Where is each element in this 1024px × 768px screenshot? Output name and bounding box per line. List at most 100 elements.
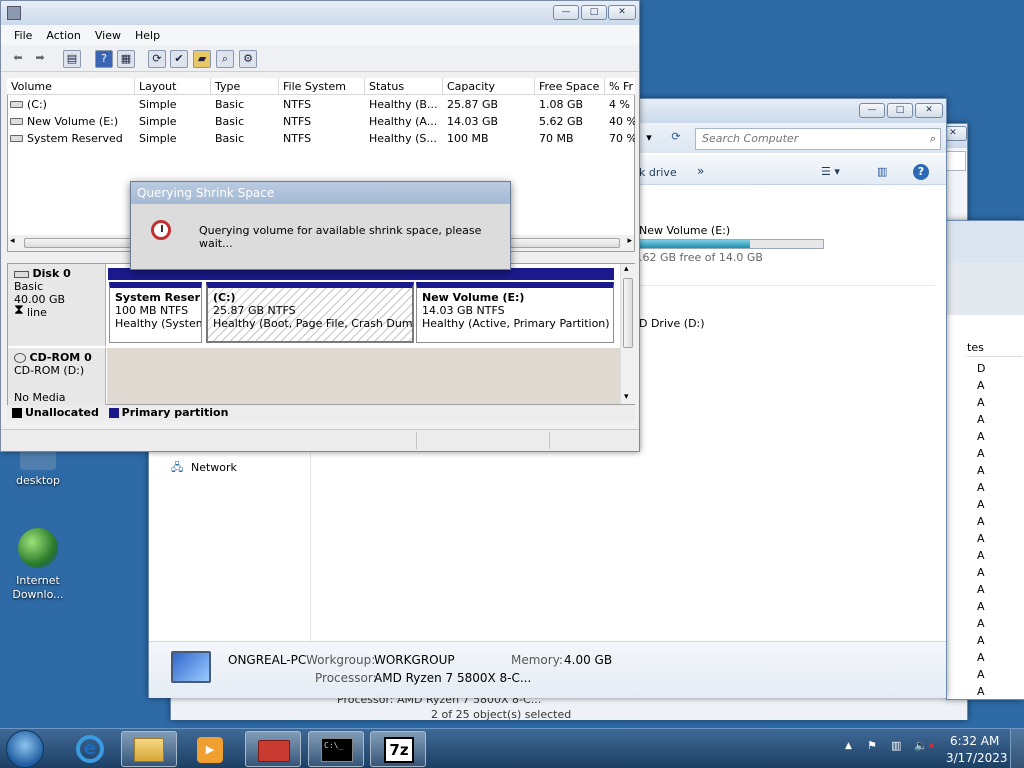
table-row[interactable]: System Reserved Simple Basic NTFS Healthy (S… xyxy=(7,130,635,147)
refresh-icon[interactable]: ⟳ xyxy=(665,130,687,150)
drive-e-label[interactable]: New Volume (E:) xyxy=(639,224,730,237)
col-file-system[interactable]: File System xyxy=(279,78,365,95)
list-item[interactable]: A xyxy=(977,566,985,579)
close-icon[interactable]: ✕ xyxy=(608,5,636,20)
taskbar-explorer-icon[interactable] xyxy=(121,731,177,767)
list-item[interactable]: A xyxy=(977,515,985,528)
scroll-right-icon[interactable]: ▸ xyxy=(627,236,632,246)
title-bar[interactable] xyxy=(1,1,639,25)
toolbar-map-drive[interactable]: k drive xyxy=(639,166,677,179)
menu-action[interactable]: Action xyxy=(39,29,87,42)
cell-capacity: 14.03 GB xyxy=(447,115,499,128)
col-type[interactable]: Type xyxy=(211,78,279,95)
list-item[interactable]: A xyxy=(977,396,985,409)
table-row[interactable]: (C:) Simple Basic NTFS Healthy (B... 25.87 GB… xyxy=(7,96,635,113)
back-icon[interactable]: ⬅ xyxy=(9,50,27,68)
flag-icon[interactable]: ⚑ xyxy=(867,739,877,752)
right-list-window[interactable]: tes DAAAAAAAAAAAAAAAAAAA xyxy=(946,220,1024,700)
list-item[interactable]: A xyxy=(977,532,985,545)
search-icon[interactable]: ⌕ xyxy=(216,50,234,68)
taskbar-toolbox-icon[interactable] xyxy=(245,731,301,767)
col-free-space[interactable]: Free Space xyxy=(535,78,605,95)
desktop-internet-download-manager[interactable]: Internet Downlo... xyxy=(3,528,73,602)
sidebar-item-network[interactable]: Network xyxy=(191,461,237,474)
help-icon[interactable]: ? xyxy=(95,50,113,68)
toolbar-more-icon[interactable]: » xyxy=(697,164,704,178)
search-placeholder: Search Computer xyxy=(702,132,799,145)
list-item[interactable]: A xyxy=(977,379,985,392)
col-capacity[interactable]: Capacity xyxy=(443,78,535,95)
clock-time[interactable]: 6:32 AM xyxy=(950,734,999,748)
col-volume[interactable]: Volume xyxy=(7,78,135,95)
col-layout[interactable]: Layout xyxy=(135,78,211,95)
cell-type: Basic xyxy=(215,132,245,145)
taskbar-cmd-icon[interactable]: C:\_ xyxy=(308,731,364,767)
partition-new-volume-e[interactable]: New Volume (E:) 14.03 GB NTFS Healthy (A… xyxy=(416,282,614,343)
partition-system-reserved[interactable]: System Reser 100 MB NTFS Healthy (System… xyxy=(109,282,202,343)
address-dropdown-icon[interactable]: ▾ xyxy=(641,131,657,147)
partition-c[interactable]: (C:) 25.87 GB NTFS Healthy (Boot, Page F… xyxy=(206,282,414,343)
minimize-icon[interactable]: — xyxy=(859,103,885,118)
list-item[interactable]: A xyxy=(977,685,985,698)
refresh-icon[interactable]: ⟳ xyxy=(148,50,166,68)
list-item[interactable]: A xyxy=(977,447,985,460)
col-pct-free[interactable]: % Fr xyxy=(605,78,635,95)
show-desktop-button[interactable] xyxy=(1010,729,1024,768)
table-row[interactable]: New Volume (E:) Simple Basic NTFS Healthy (A… xyxy=(7,113,635,130)
list-item[interactable]: A xyxy=(977,498,985,511)
dialog-title[interactable]: Querying Shrink Space xyxy=(131,182,510,204)
list-item[interactable]: A xyxy=(977,430,985,443)
settings-icon[interactable]: ⚙ xyxy=(239,50,257,68)
scroll-left-icon[interactable]: ◂ xyxy=(10,236,15,246)
processor-value: AMD Ryzen 7 5800X 8-C... xyxy=(374,671,532,685)
volume-muted-icon[interactable]: 🔈✕ xyxy=(914,739,935,752)
list-item[interactable]: A xyxy=(977,617,985,630)
menu-file[interactable]: File xyxy=(7,29,39,42)
vertical-scrollbar[interactable]: ▴ ▾ xyxy=(620,264,635,404)
help-icon[interactable]: ? xyxy=(913,164,929,180)
close-icon[interactable]: ✕ xyxy=(915,103,943,118)
disk0-label-panel[interactable]: Disk 0 Basic 40.00 GB ⧗ line xyxy=(8,264,106,346)
clock-date[interactable]: 3/17/2023 xyxy=(946,751,1008,765)
col-status[interactable]: Status xyxy=(365,78,443,95)
cd-drive-label[interactable]: D Drive (D:) xyxy=(639,317,705,330)
view-options-icon[interactable]: ☰ ▾ xyxy=(821,165,840,178)
list-item[interactable]: A xyxy=(977,481,985,494)
menu-help[interactable]: Help xyxy=(128,29,167,42)
list-item[interactable]: A xyxy=(977,464,985,477)
scroll-thumb[interactable] xyxy=(623,278,633,348)
memory-value: 4.00 GB xyxy=(564,653,613,667)
start-orb-icon[interactable] xyxy=(6,730,44,768)
maximize-icon[interactable]: □ xyxy=(581,5,607,20)
scroll-up-icon[interactable]: ▴ xyxy=(624,264,629,274)
taskbar-media-player-icon[interactable]: ▶ xyxy=(183,731,239,767)
up-level-icon[interactable]: ▤ xyxy=(63,50,81,68)
preview-pane-icon[interactable]: ▥ xyxy=(877,165,887,178)
search-field[interactable]: Search Computer ⌕ xyxy=(695,128,941,150)
maximize-icon[interactable]: □ xyxy=(887,103,913,118)
cdrom-label-panel[interactable]: CD-ROM 0 CD-ROM (D:) No Media xyxy=(8,348,106,405)
show-hide-tree-icon[interactable]: ▦ xyxy=(117,50,135,68)
network-icon[interactable]: ▥ xyxy=(891,739,901,752)
minimize-icon[interactable]: — xyxy=(553,5,579,20)
taskbar-7zip-icon[interactable]: 7z xyxy=(370,731,426,767)
open-folder-icon[interactable]: ▰ xyxy=(193,50,211,68)
list-item[interactable]: A xyxy=(977,651,985,664)
column-header[interactable]: tes xyxy=(967,341,1023,357)
querying-shrink-dialog[interactable]: Querying Shrink Space Querying volume fo… xyxy=(130,181,511,270)
list-item[interactable]: D xyxy=(977,362,985,375)
list-item[interactable]: A xyxy=(977,600,985,613)
taskbar-ie-icon[interactable]: e xyxy=(66,731,122,767)
list-item[interactable]: A xyxy=(977,668,985,681)
properties-icon[interactable]: ✔ xyxy=(170,50,188,68)
workgroup-label: Workgroup: xyxy=(306,653,376,667)
list-item[interactable]: A xyxy=(977,413,985,426)
list-item[interactable]: A xyxy=(977,549,985,562)
list-item[interactable]: A xyxy=(977,634,985,647)
show-hidden-icon[interactable]: ▲ xyxy=(845,741,852,751)
scroll-down-icon[interactable]: ▾ xyxy=(624,392,629,402)
forward-icon[interactable]: ➡ xyxy=(31,50,49,68)
cell-status: Healthy (A... xyxy=(369,115,438,128)
menu-view[interactable]: View xyxy=(88,29,128,42)
list-item[interactable]: A xyxy=(977,583,985,596)
